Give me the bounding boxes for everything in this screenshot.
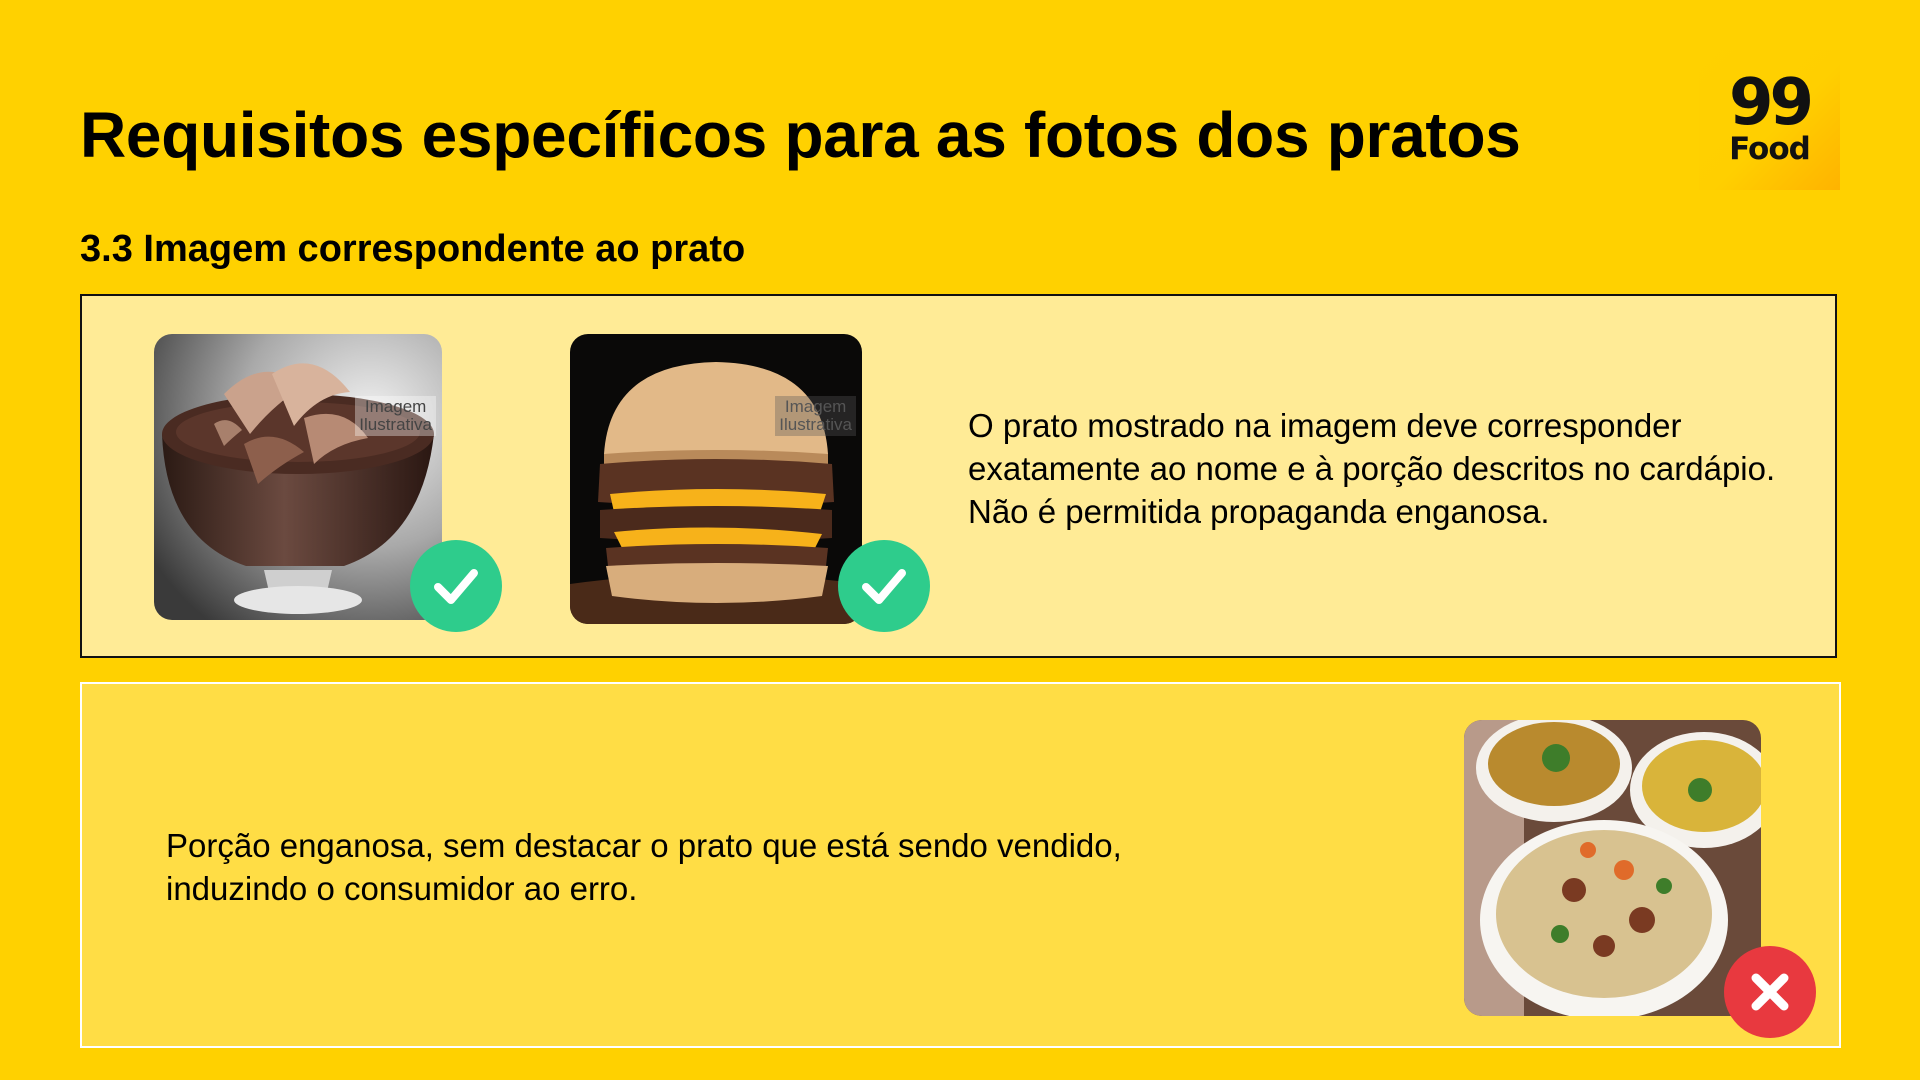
rice-and-soups-photo	[1464, 720, 1761, 1016]
logo-number: 99	[1728, 65, 1814, 140]
correct-example-description: O prato mostrado na imagem deve correspo…	[968, 407, 1776, 530]
watermark-line: Imagem	[364, 397, 427, 416]
rice-and-soups-illustration	[1464, 720, 1761, 1016]
watermark-label: Imagem Ilustrativa	[775, 396, 856, 436]
check-badge	[410, 540, 502, 632]
watermark-label: Imagem Ilustrativa	[355, 396, 436, 436]
check-icon	[434, 569, 478, 604]
check-badge	[838, 540, 930, 632]
incorrect-example-description: Porção enganosa, sem destacar o prato qu…	[166, 827, 1122, 907]
cross-icon	[1751, 973, 1789, 1011]
watermark-line: Ilustrativa	[359, 414, 432, 434]
watermark-line: Imagem	[784, 397, 847, 416]
check-icon	[862, 569, 906, 604]
watermark-line: Ilustrativa	[779, 414, 852, 434]
logo-word: Food	[1729, 131, 1811, 168]
page-title: Requisitos específicos para as fotos dos…	[80, 99, 1521, 171]
section-subtitle: 3.3 Imagem correspondente ao prato	[80, 228, 746, 270]
correct-example-panel: Imagem Ilustrativa Imagem Ilustrativa O …	[80, 294, 1837, 658]
incorrect-example-panel: Porção enganosa, sem destacar o prato qu…	[80, 682, 1841, 1048]
burger-photo: Imagem Ilustrativa	[570, 334, 862, 624]
chocolate-mousse-photo: Imagem Ilustrativa	[154, 334, 442, 620]
99food-logo: 99 Food	[1699, 50, 1840, 190]
chocolate-mousse-illustration	[154, 334, 442, 620]
burger-illustration	[570, 334, 862, 624]
cross-badge	[1724, 946, 1816, 1038]
